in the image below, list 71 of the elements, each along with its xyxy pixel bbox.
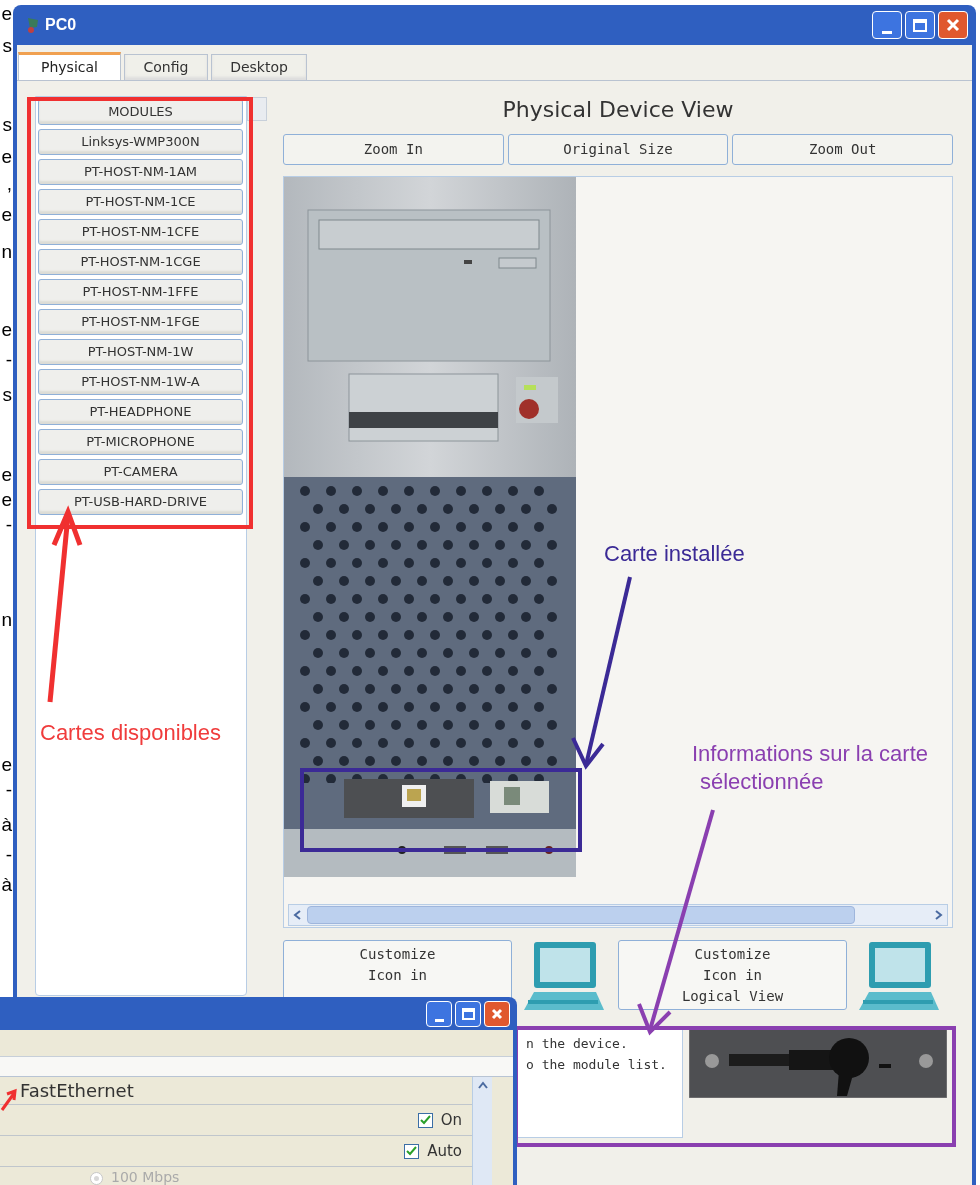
- vertical-scrollbar[interactable]: [472, 1077, 492, 1185]
- maximize-icon: [461, 1007, 475, 1020]
- close-button[interactable]: [938, 11, 968, 39]
- module-button[interactable]: PT-HOST-NM-1W-A: [38, 369, 243, 395]
- module-button[interactable]: MODULES: [38, 99, 243, 125]
- text-fragment: ,: [5, 172, 12, 196]
- module-info-text: n the device. o the module list.: [526, 1035, 668, 1074]
- module-button[interactable]: PT-HOST-NM-1FFE: [38, 279, 243, 305]
- text-fragment: s: [1, 113, 12, 137]
- close-button[interactable]: [484, 1000, 510, 1027]
- module-button[interactable]: PT-CAMERA: [38, 459, 243, 485]
- text-fragment: -: [4, 843, 12, 867]
- module-button[interactable]: PT-HOST-NM-1AM: [38, 159, 243, 185]
- annotation-text: Informations sur la carte sélectionnée: [692, 740, 928, 796]
- text-fragment: e: [0, 488, 12, 512]
- window-title: PC0: [45, 15, 77, 35]
- text-fragment: e: [0, 145, 12, 169]
- annotation-arrow: [0, 1088, 17, 1112]
- module-button[interactable]: PT-HEADPHONE: [38, 399, 243, 425]
- text-fragment: e: [0, 463, 12, 487]
- minimize-button[interactable]: [426, 1000, 452, 1027]
- zoom-button[interactable]: Original Size: [507, 134, 729, 165]
- minimize-icon: [882, 31, 892, 34]
- checkbox[interactable]: [417, 1112, 433, 1128]
- module-button[interactable]: PT-HOST-NM-1CGE: [38, 249, 243, 275]
- text-fragment: -: [4, 348, 12, 372]
- text-fragment: e: [0, 2, 12, 26]
- tab[interactable]: Physical: [18, 52, 121, 80]
- text-fragment: à: [0, 813, 12, 837]
- scroll-thumb[interactable]: [307, 906, 855, 924]
- text-fragment: e: [0, 203, 12, 227]
- customize-button[interactable]: Customize Icon in Logical View: [618, 940, 847, 1010]
- text-fragment: e: [0, 318, 12, 342]
- maximize-button[interactable]: [455, 1000, 481, 1027]
- module-button[interactable]: PT-HOST-NM-1FGE: [38, 309, 243, 335]
- annotation-text: Cartes disponibles: [40, 719, 221, 747]
- radio-button[interactable]: [90, 1172, 103, 1185]
- module-button[interactable]: PT-HOST-NM-1W: [38, 339, 243, 365]
- scroll-up-icon: [476, 1081, 489, 1089]
- radio-label: 100 Mbps: [111, 1169, 180, 1185]
- checkbox[interactable]: [404, 1143, 420, 1159]
- close-icon: [946, 18, 960, 32]
- module-button[interactable]: PT-MICROPHONE: [38, 429, 243, 455]
- tab[interactable]: Desktop: [211, 54, 307, 80]
- view-title: Physical Device View: [501, 96, 735, 124]
- maximize-icon: [913, 18, 927, 32]
- text-fragment: s: [1, 383, 12, 407]
- module-button[interactable]: PT-HOST-NM-1CE: [38, 189, 243, 215]
- module-button[interactable]: PT-USB-HARD-DRIVE: [38, 489, 243, 515]
- annotation-text: Carte installée: [604, 540, 745, 568]
- zoom-button[interactable]: Zoom In: [283, 134, 504, 165]
- section-title: FastEthernet: [20, 1079, 134, 1103]
- module-button[interactable]: Linksys-WMP300N: [38, 129, 243, 155]
- minimize-icon: [434, 1018, 444, 1022]
- horizontal-scrollbar[interactable]: [288, 904, 948, 926]
- tab[interactable]: Config: [124, 54, 208, 80]
- zoom-button[interactable]: Zoom Out: [732, 134, 953, 165]
- maximize-button[interactable]: [905, 11, 935, 39]
- text-fragment: à: [0, 873, 12, 897]
- module-button[interactable]: PT-HOST-NM-1CFE: [38, 219, 243, 245]
- minimize-button[interactable]: [872, 11, 902, 39]
- checkbox-label: On: [440, 1109, 462, 1131]
- text-fragment: n: [0, 240, 12, 264]
- text-fragment: -: [4, 778, 12, 802]
- text-fragment: e: [0, 753, 12, 777]
- text-fragment: -: [4, 513, 12, 537]
- device-icon: [25, 16, 41, 34]
- text-fragment: n: [0, 608, 12, 632]
- close-icon: [491, 1007, 503, 1020]
- checkbox-label: Auto: [427, 1140, 462, 1162]
- text-fragment: s: [1, 34, 12, 58]
